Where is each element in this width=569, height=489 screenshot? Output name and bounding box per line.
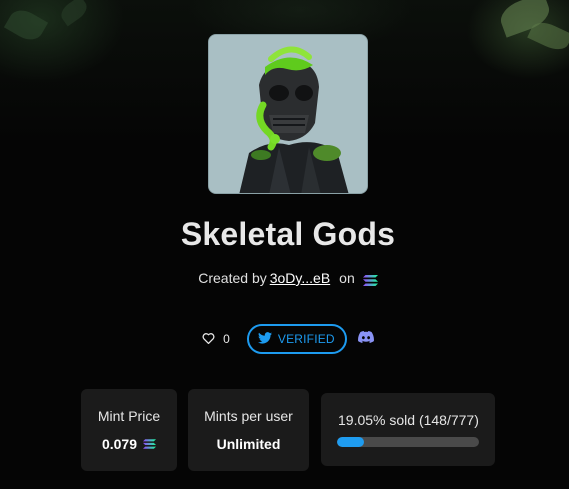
creator-address-link[interactable]: 3oDy...eB — [270, 270, 330, 286]
verified-label: VERIFIED — [277, 332, 335, 346]
verified-twitter-badge[interactable]: VERIFIED — [246, 324, 347, 354]
sold-progress-card: 19.05% sold (148/777) — [321, 393, 495, 466]
discord-link[interactable] — [357, 330, 374, 348]
solana-icon — [362, 273, 378, 286]
mint-price-value: 0.079 — [101, 436, 138, 452]
collection-artwork — [208, 34, 368, 194]
discord-icon — [357, 330, 374, 348]
mints-per-user-value: Unlimited — [216, 436, 281, 452]
on-label: on — [339, 270, 355, 286]
mint-price-label: Mint Price — [97, 408, 161, 424]
mint-price-value-row: 0.079 — [81, 436, 177, 452]
sold-progress-fill — [337, 437, 365, 447]
social-bar: 0 VERIFIED — [0, 324, 569, 354]
mint-price-card: Mint Price 0.079 — [81, 389, 177, 471]
like-count: 0 — [223, 332, 230, 346]
mints-per-user-card: Mints per user Unlimited — [188, 389, 309, 471]
like-button[interactable]: 0 — [202, 332, 230, 347]
solana-icon — [143, 436, 157, 452]
mints-per-user-label: Mints per user — [204, 408, 293, 424]
sold-progress-bar — [337, 437, 479, 447]
created-by-label: Created by — [198, 270, 267, 286]
collection-title: Skeletal Gods — [180, 216, 396, 252]
sold-label: 19.05% sold (148/777) — [338, 412, 479, 428]
heart-icon — [202, 332, 215, 347]
creator-line: Created by 3oDy...eB on — [0, 270, 569, 286]
twitter-icon — [257, 331, 272, 347]
